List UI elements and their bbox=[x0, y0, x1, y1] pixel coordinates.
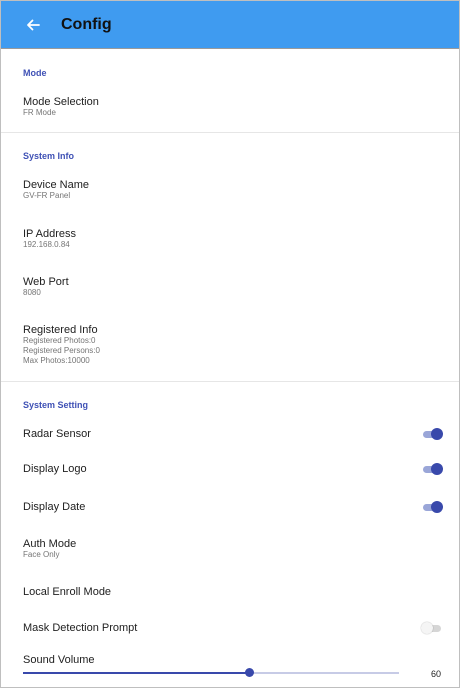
radar-sensor-item[interactable]: Radar Sensor bbox=[1, 428, 459, 442]
sound-volume-value: 60 bbox=[431, 669, 442, 679]
config-screen: Config Mode Mode Selection FR Mode Syste… bbox=[0, 0, 460, 688]
divider bbox=[1, 132, 459, 133]
switch-thumb bbox=[421, 622, 433, 634]
web-port-item[interactable]: Web Port 8080 bbox=[1, 276, 459, 298]
registered-info-item[interactable]: Registered Info Registered Photos:0 Regi… bbox=[1, 324, 459, 366]
auth-mode-title: Auth Mode bbox=[23, 538, 77, 550]
device-name-value: GV-FR Panel bbox=[23, 191, 71, 200]
slider-thumb[interactable] bbox=[244, 668, 254, 677]
registered-photos-line: Registered Photos:0 bbox=[23, 336, 96, 345]
device-name-title: Device Name bbox=[23, 179, 90, 191]
mode-selection-value: FR Mode bbox=[23, 108, 56, 117]
local-enroll-mode-item[interactable]: Local Enroll Mode bbox=[1, 586, 459, 598]
switch-thumb bbox=[431, 463, 443, 475]
app-bar: Config bbox=[1, 1, 459, 49]
radar-sensor-switch[interactable] bbox=[421, 428, 443, 440]
mode-selection-title: Mode Selection bbox=[23, 96, 99, 108]
mode-selection-item[interactable]: Mode Selection FR Mode bbox=[1, 96, 459, 118]
display-logo-item[interactable]: Display Logo bbox=[1, 463, 459, 477]
sound-volume-title: Sound Volume bbox=[23, 654, 95, 666]
display-date-title: Display Date bbox=[23, 501, 86, 513]
sound-volume-item: Sound Volume bbox=[1, 654, 459, 666]
device-name-item[interactable]: Device Name GV-FR Panel bbox=[1, 179, 459, 201]
ip-address-item[interactable]: IP Address 192.168.0.84 bbox=[1, 228, 459, 250]
display-logo-switch[interactable] bbox=[421, 463, 443, 475]
radar-sensor-title: Radar Sensor bbox=[23, 428, 91, 440]
sound-volume-slider[interactable] bbox=[23, 668, 399, 678]
max-photos-line: Max Photos:10000 bbox=[23, 356, 90, 365]
mask-detection-prompt-switch[interactable] bbox=[421, 622, 443, 634]
switch-thumb bbox=[431, 501, 443, 513]
switch-thumb bbox=[431, 428, 443, 440]
section-header-system-setting: System Setting bbox=[23, 400, 89, 410]
page-title: Config bbox=[61, 15, 112, 33]
section-header-mode: Mode bbox=[23, 68, 47, 78]
registered-info-title: Registered Info bbox=[23, 324, 98, 336]
local-enroll-mode-title: Local Enroll Mode bbox=[23, 586, 112, 598]
display-date-switch[interactable] bbox=[421, 501, 443, 513]
mask-detection-prompt-item[interactable]: Mask Detection Prompt bbox=[1, 622, 459, 636]
web-port-value: 8080 bbox=[23, 288, 41, 297]
auth-mode-value: Face Only bbox=[23, 550, 60, 559]
divider bbox=[1, 381, 459, 382]
slider-fill bbox=[23, 672, 249, 674]
ip-address-value: 192.168.0.84 bbox=[23, 240, 70, 249]
arrow-back-icon bbox=[27, 19, 40, 30]
section-header-system-info: System Info bbox=[23, 151, 75, 161]
back-button[interactable] bbox=[21, 13, 45, 37]
display-date-item[interactable]: Display Date bbox=[1, 501, 459, 515]
web-port-title: Web Port bbox=[23, 276, 69, 288]
mask-detection-prompt-title: Mask Detection Prompt bbox=[23, 622, 138, 634]
ip-address-title: IP Address bbox=[23, 228, 76, 240]
registered-persons-line: Registered Persons:0 bbox=[23, 346, 100, 355]
display-logo-title: Display Logo bbox=[23, 463, 87, 475]
auth-mode-item[interactable]: Auth Mode Face Only bbox=[1, 538, 459, 560]
